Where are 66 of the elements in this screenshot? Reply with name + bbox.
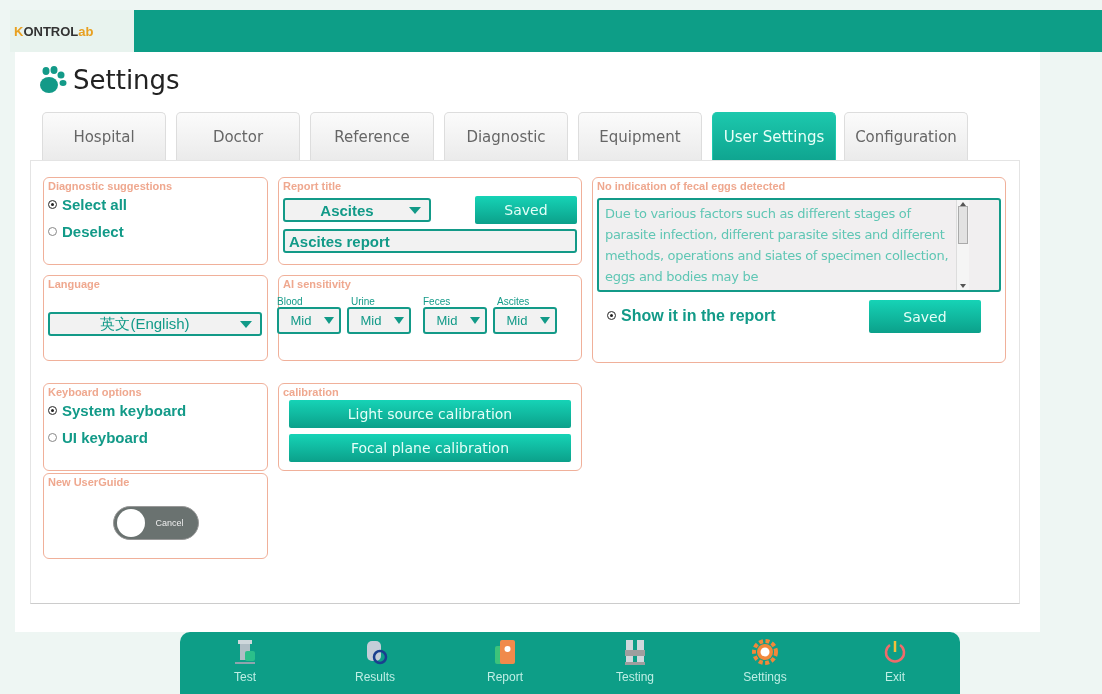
sensitivity-label: Feces bbox=[423, 296, 452, 307]
report-dropdown[interactable]: Ascites bbox=[283, 198, 431, 222]
scroll-thumb[interactable] bbox=[958, 206, 968, 244]
saved-button[interactable]: Saved bbox=[869, 300, 981, 333]
caret-icon bbox=[540, 317, 550, 324]
tab[interactable]: Diagnostic bbox=[444, 112, 568, 160]
radio-label: Deselect bbox=[62, 223, 124, 240]
radio-dot[interactable] bbox=[48, 406, 57, 415]
notice-text-area[interactable]: Due to various factors such as different stages of parasite infection, different parasite sites and different methods, operations and siates of specimen collection, eggs and bodies may be bbox=[597, 198, 1001, 292]
nav-button[interactable]: Test bbox=[205, 638, 285, 684]
radio-label: Select all bbox=[62, 196, 128, 213]
caret-icon bbox=[240, 321, 252, 328]
nav-button[interactable]: Report bbox=[465, 638, 545, 684]
page-title: Settings bbox=[73, 65, 180, 95]
radio-option[interactable]: Show it in the report bbox=[607, 302, 776, 331]
scroll-down-icon[interactable] bbox=[960, 284, 966, 288]
radio-option[interactable]: Select all bbox=[48, 192, 263, 219]
group-title: No indication of fecal eggs detected bbox=[597, 180, 787, 192]
radio-dot[interactable] bbox=[48, 227, 57, 236]
group-title: Diagnostic suggestions bbox=[48, 180, 174, 192]
gear-icon bbox=[751, 638, 779, 666]
tab[interactable]: Configuration bbox=[844, 112, 968, 160]
caret-icon bbox=[470, 317, 480, 324]
tab[interactable]: User Settings bbox=[712, 112, 836, 160]
group-title: New UserGuide bbox=[48, 476, 131, 488]
group-title: Report title bbox=[283, 180, 343, 192]
saved-button[interactable]: Saved bbox=[475, 196, 577, 224]
group-title: AI sensitivity bbox=[283, 278, 352, 290]
radio-label: Show it in the report bbox=[621, 306, 776, 325]
radio-option[interactable]: System keyboard bbox=[48, 398, 263, 425]
tab[interactable]: Hospital bbox=[42, 112, 166, 160]
radio-label: System keyboard bbox=[62, 402, 187, 419]
tab[interactable]: Reference bbox=[310, 112, 434, 160]
calibration-button[interactable]: Light source calibration bbox=[289, 400, 571, 428]
report-title-field[interactable]: Ascites report bbox=[283, 229, 577, 253]
nav-button[interactable]: Settings bbox=[725, 638, 805, 684]
radio-dot[interactable] bbox=[607, 311, 616, 320]
radio-dot[interactable] bbox=[48, 200, 57, 209]
notice-text: Due to various factors such as different stages of parasite infection, different parasite sites and different methods, operations and siates of specimen collection, eggs and bodies may be bbox=[604, 205, 950, 286]
group-title: Language bbox=[48, 278, 101, 290]
sensitivity-dropdown[interactable]: Mid bbox=[277, 307, 341, 334]
logo: KONTROLab bbox=[10, 10, 134, 52]
sensitivity-dropdown[interactable]: Mid bbox=[423, 307, 487, 334]
sensitivity-label: Blood bbox=[277, 296, 304, 307]
radio-option[interactable]: Deselect bbox=[48, 219, 263, 246]
radio-dot[interactable] bbox=[48, 433, 57, 442]
sensitivity-dropdown[interactable]: Mid bbox=[347, 307, 411, 334]
calibration-button[interactable]: Focal plane calibration bbox=[289, 434, 571, 462]
toggle-switch[interactable]: Cancel bbox=[112, 506, 199, 540]
sensitivity-label: Ascites bbox=[496, 296, 531, 307]
group-title: Keyboard options bbox=[48, 386, 143, 398]
nav-button[interactable]: Results bbox=[335, 638, 415, 684]
nav-button[interactable]: Testing bbox=[595, 638, 675, 684]
tab[interactable]: Equipment bbox=[578, 112, 702, 160]
tab[interactable]: Doctor bbox=[176, 112, 300, 160]
group-title: calibration bbox=[283, 386, 340, 398]
radio-label: UI keyboard bbox=[62, 429, 148, 446]
language-dropdown[interactable]: 英文(English) bbox=[48, 312, 262, 336]
caret-icon bbox=[394, 317, 404, 324]
radio-option[interactable]: UI keyboard bbox=[48, 425, 263, 452]
caret-icon bbox=[409, 207, 421, 214]
paw-icon bbox=[37, 66, 69, 94]
caret-icon bbox=[324, 317, 334, 324]
sensitivity-label: Urine bbox=[350, 296, 376, 307]
nav-button[interactable]: Exit bbox=[855, 638, 935, 684]
sensitivity-dropdown[interactable]: Mid bbox=[493, 307, 557, 334]
